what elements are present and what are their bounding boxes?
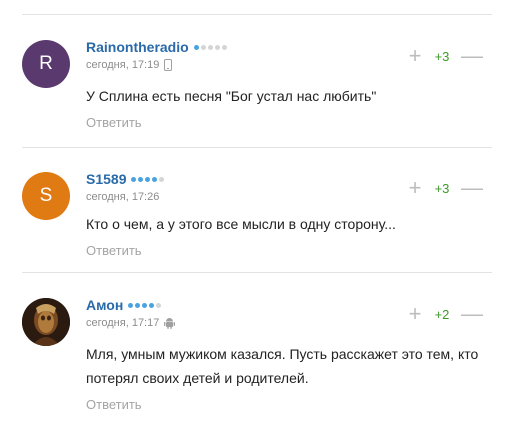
author-name[interactable]: Амон [86,297,123,313]
comment-text: У Сплина есть песня "Бог устал нас любит… [86,88,377,104]
avatar[interactable] [22,298,70,346]
comment-text: Кто о чем, а у этого все мысли в одну ст… [86,216,396,232]
rating-dots [131,176,165,182]
reply-link[interactable]: Ответить [86,397,142,412]
upvote-button[interactable]: + [407,177,423,199]
rating-dots [128,302,162,308]
android-icon [164,317,176,329]
divider-top [22,14,492,15]
downvote-button[interactable]: — [461,45,483,67]
rating-dots [193,44,227,50]
avatar[interactable]: S [22,172,70,220]
author-name[interactable]: Raino​ntheradio [86,39,189,55]
avatar-letter: S [39,185,53,206]
avatar-image [22,298,70,346]
upvote-button[interactable]: + [407,303,423,325]
avatar[interactable]: R [22,40,70,88]
reply-link[interactable]: Ответить [86,115,142,130]
reply-link[interactable]: Ответить [86,243,142,258]
downvote-button[interactable]: — [461,177,483,199]
vote-score: +3 [434,48,450,64]
timestamp: сегодня, 17:19 [86,59,160,71]
author-name[interactable]: S1589 [86,171,126,187]
phone-icon [164,59,173,71]
downvote-button[interactable]: — [461,303,483,325]
divider [22,147,492,148]
vote-score: +3 [434,180,450,196]
timestamp: сегодня, 17:17 [86,317,160,329]
avatar-letter: R [39,53,53,74]
vote-score: +2 [434,306,450,322]
divider [22,272,492,273]
timestamp: сегодня, 17:26 [86,191,160,203]
comment-text: Мля, умным мужиком казался. Пусть расска… [86,346,479,386]
upvote-button[interactable]: + [407,45,423,67]
